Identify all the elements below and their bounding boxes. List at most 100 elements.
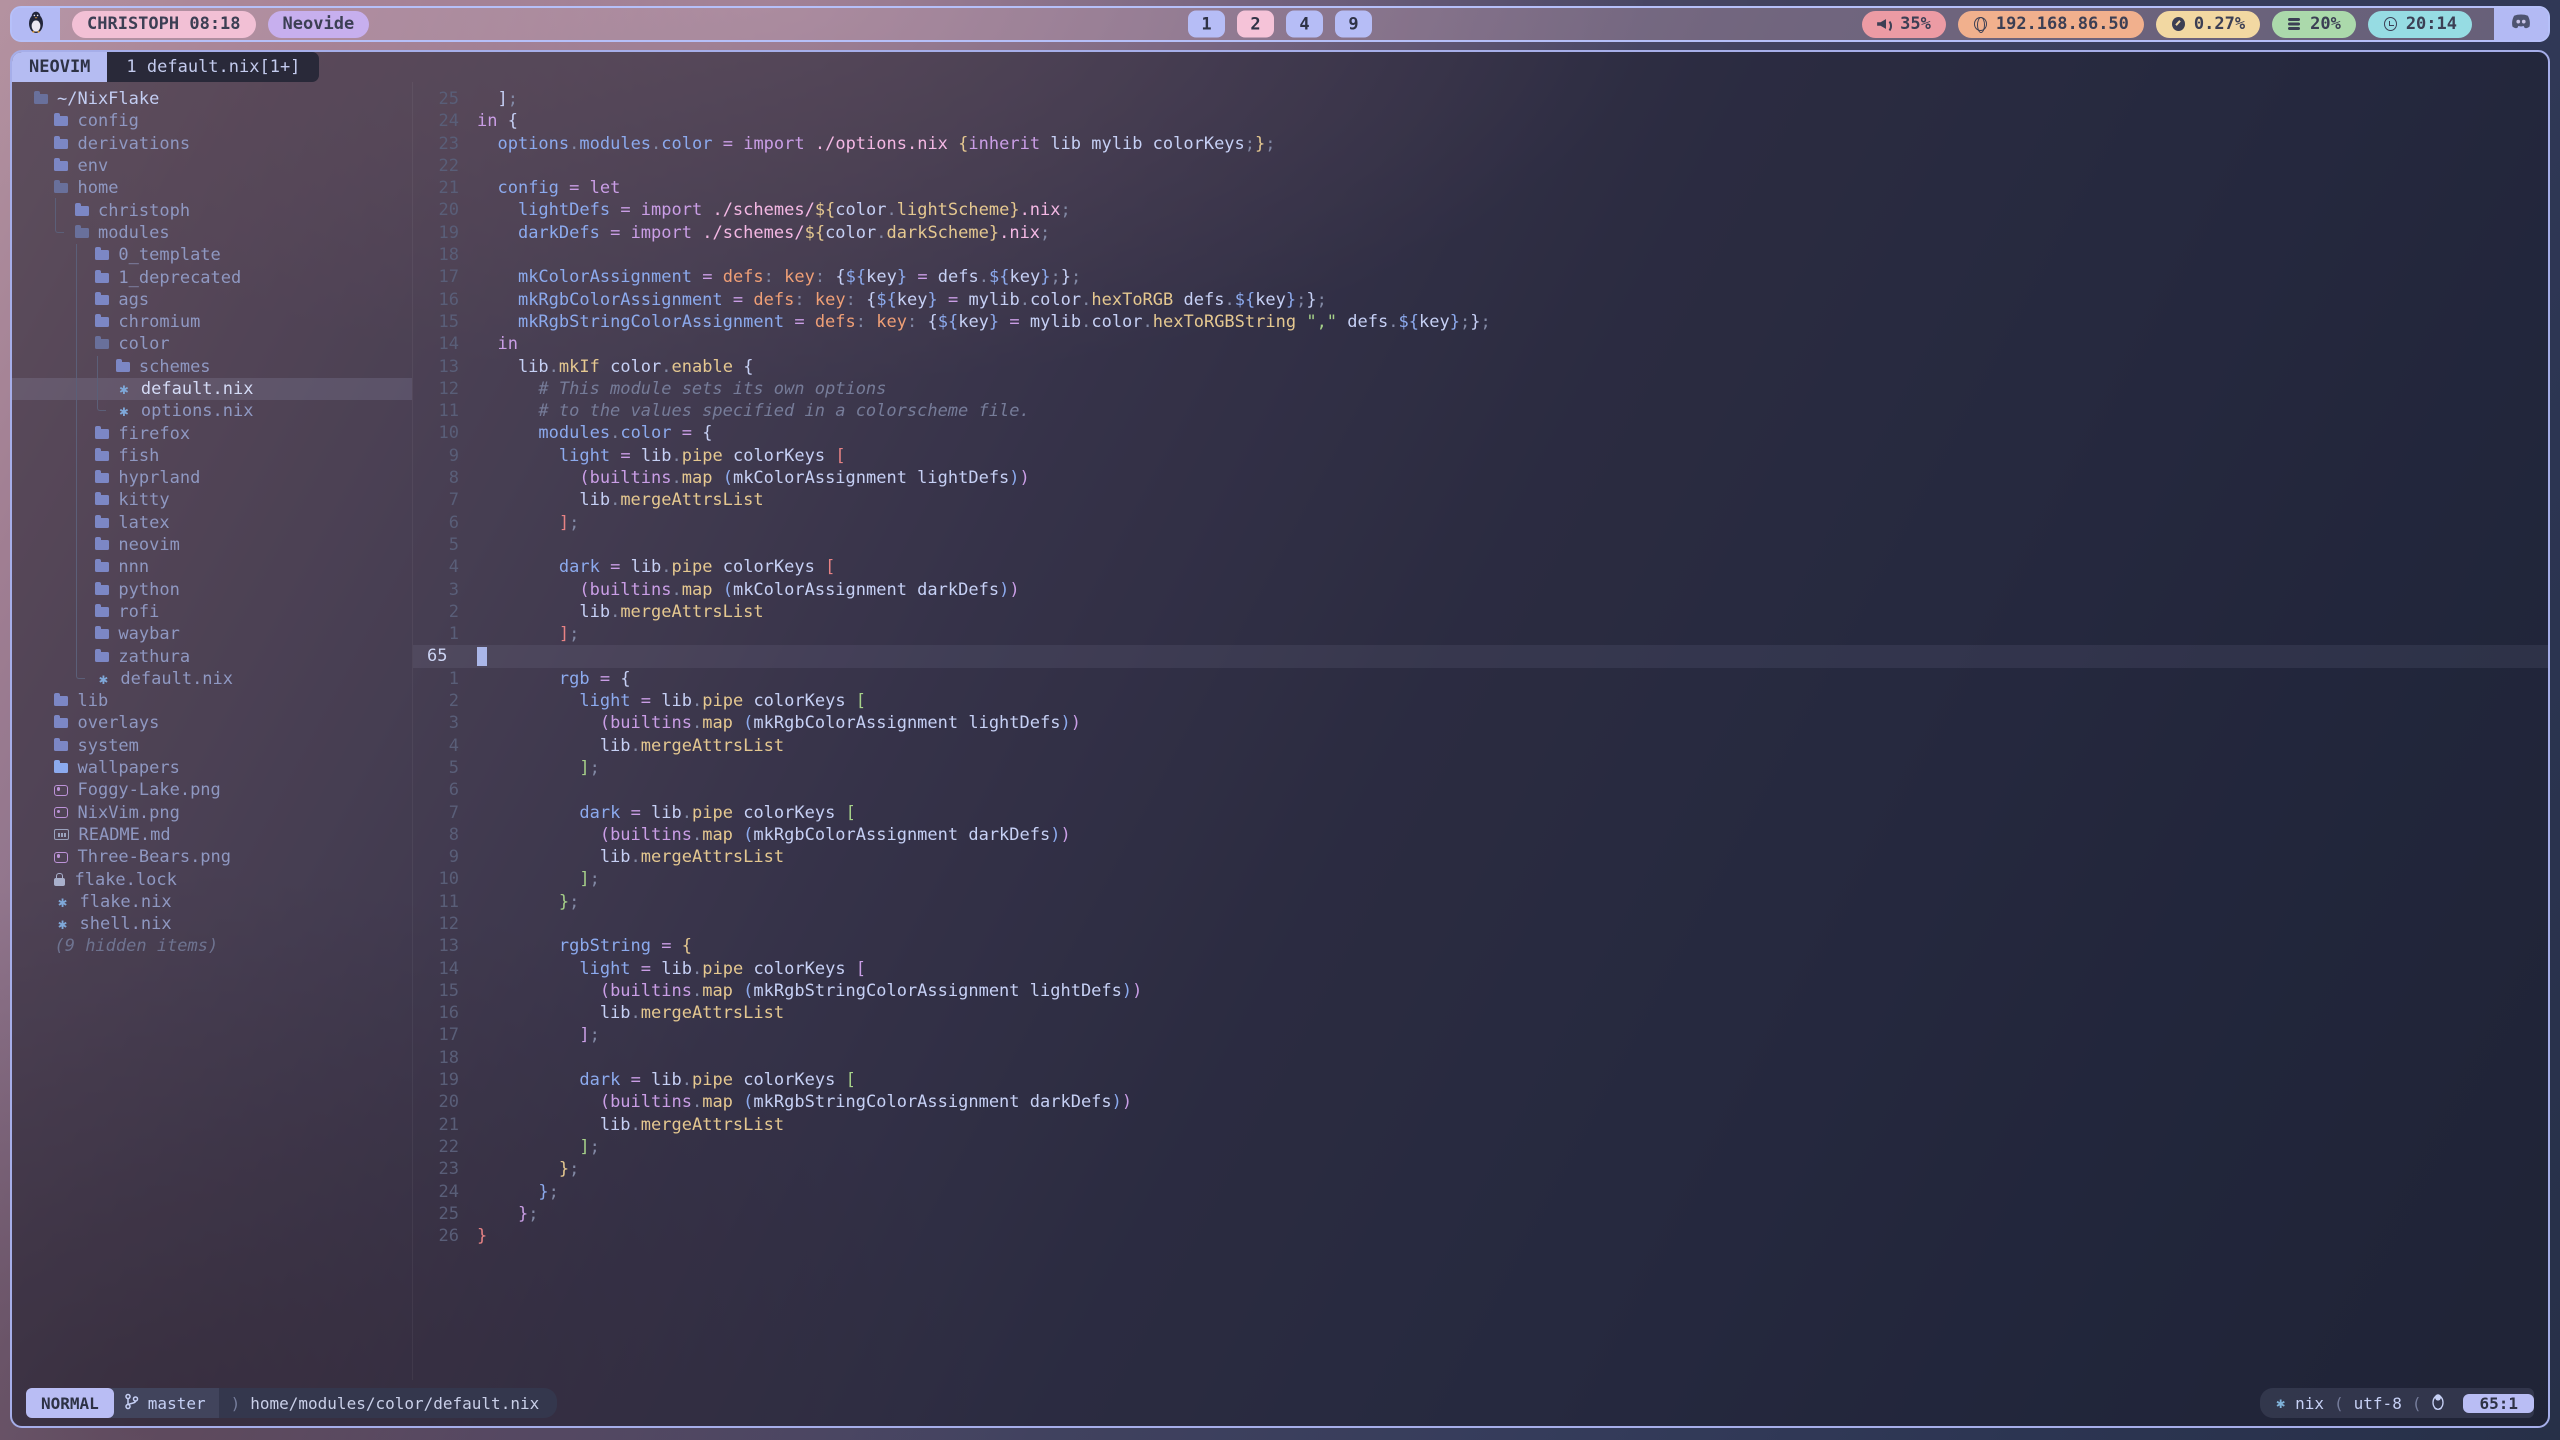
tab-buffer[interactable]: 1 default.nix[1+] [107, 52, 319, 82]
code-line[interactable]: 4 lib.mergeAttrsList [413, 735, 2548, 757]
tree-item[interactable]: env [12, 155, 412, 177]
tree-item[interactable]: wallpapers [12, 757, 412, 779]
code-line[interactable]: 14 light = lib.pipe colorKeys [ [413, 958, 2548, 980]
code-line[interactable]: 9 lib.mergeAttrsList [413, 846, 2548, 868]
tree-item[interactable]: latex [12, 512, 412, 534]
code-line[interactable]: 2 light = lib.pipe colorKeys [ [413, 690, 2548, 712]
tree-item[interactable]: nnn [12, 556, 412, 578]
tree-item[interactable]: hyprland [12, 467, 412, 489]
code-line[interactable]: 23 options.modules.color = import ./opti… [413, 133, 2548, 155]
code-line[interactable]: 1 rgb = { [413, 668, 2548, 690]
tree-item[interactable]: shell.nix [12, 913, 412, 935]
tree-item[interactable]: modules [12, 222, 412, 244]
code-line[interactable]: 23 }; [413, 1158, 2548, 1180]
tree-item[interactable]: kitty [12, 489, 412, 511]
code-line[interactable]: 6 [413, 779, 2548, 801]
code-line[interactable]: 22 [413, 155, 2548, 177]
code-line[interactable]: 12 # This module sets its own options [413, 378, 2548, 400]
tree-item[interactable]: default.nix [12, 668, 412, 690]
code-line[interactable]: 22 ]; [413, 1136, 2548, 1158]
active-window-pill[interactable]: Neovide [268, 11, 370, 38]
tree-item[interactable]: default.nix [12, 378, 412, 400]
code-line[interactable]: 12 [413, 913, 2548, 935]
code-line[interactable]: 5 ]; [413, 757, 2548, 779]
workspace-button[interactable]: 1 [1188, 11, 1225, 38]
tree-item[interactable]: chromium [12, 311, 412, 333]
tree-item[interactable]: home [12, 177, 412, 199]
code-line[interactable]: 18 [413, 244, 2548, 266]
code-line-cursor[interactable]: 65 [413, 645, 2548, 667]
code-line[interactable]: 13 lib.mkIf color.enable { [413, 356, 2548, 378]
code-line[interactable]: 21 lib.mergeAttrsList [413, 1114, 2548, 1136]
workspace-button[interactable]: 2 [1237, 11, 1274, 38]
workspace-button[interactable]: 4 [1286, 11, 1323, 38]
tree-item[interactable]: system [12, 735, 412, 757]
code-line[interactable]: 17 mkColorAssignment = defs: key: {${key… [413, 266, 2548, 288]
code-line[interactable]: 20 lightDefs = import ./schemes/${color.… [413, 199, 2548, 221]
tree-item[interactable]: color [12, 333, 412, 355]
tree-item[interactable]: ags [12, 289, 412, 311]
clock-module[interactable]: 20:14 [2368, 11, 2472, 38]
code-line[interactable]: 24 }; [413, 1181, 2548, 1203]
code-line[interactable]: 4 dark = lib.pipe colorKeys [ [413, 556, 2548, 578]
code-line[interactable]: 20 (builtins.map (mkRgbStringColorAssign… [413, 1091, 2548, 1113]
code-line[interactable]: 3 (builtins.map (mkColorAssignment darkD… [413, 579, 2548, 601]
tree-item[interactable]: fish [12, 445, 412, 467]
tree-item[interactable]: 0_template [12, 244, 412, 266]
user-clock-pill[interactable]: CHRISTOPH 08:18 [72, 11, 256, 38]
tree-item[interactable]: overlays [12, 712, 412, 734]
tree-item[interactable]: neovim [12, 534, 412, 556]
tree-item[interactable]: options.nix [12, 400, 412, 422]
tree-item[interactable]: lib [12, 690, 412, 712]
code-line[interactable]: 8 (builtins.map (mkColorAssignment light… [413, 467, 2548, 489]
tree-item[interactable]: schemes [12, 356, 412, 378]
tree-item[interactable]: python [12, 579, 412, 601]
tree-item[interactable]: ~/NixFlake [12, 88, 412, 110]
tree-item[interactable]: rofi [12, 601, 412, 623]
code-line[interactable]: 21 config = let [413, 177, 2548, 199]
tree-item[interactable]: zathura [12, 645, 412, 667]
code-line[interactable]: 18 [413, 1047, 2548, 1069]
tree-item[interactable]: firefox [12, 422, 412, 444]
code-line[interactable]: 10 modules.color = { [413, 422, 2548, 444]
code-line[interactable]: 7 lib.mergeAttrsList [413, 489, 2548, 511]
workspace-button[interactable]: 9 [1335, 11, 1372, 38]
network-module[interactable]: 192.168.86.50 [1958, 11, 2144, 38]
tree-item[interactable]: Foggy-Lake.png [12, 779, 412, 801]
system-tray[interactable] [2494, 8, 2548, 40]
code-line[interactable]: 5 [413, 534, 2548, 556]
code-line[interactable]: 13 rgbString = { [413, 935, 2548, 957]
tree-item[interactable]: flake.nix [12, 891, 412, 913]
tree-item[interactable]: flake.lock [12, 868, 412, 890]
code-line[interactable]: 10 ]; [413, 868, 2548, 890]
code-line[interactable]: 1 ]; [413, 623, 2548, 645]
code-line[interactable]: 3 (builtins.map (mkRgbColorAssignment li… [413, 712, 2548, 734]
tree-item[interactable]: christoph [12, 199, 412, 221]
code-line[interactable]: 6 ]; [413, 512, 2548, 534]
tree-item[interactable]: NixVim.png [12, 802, 412, 824]
code-line[interactable]: 11 # to the values specified in a colors… [413, 400, 2548, 422]
tree-item[interactable]: 1_deprecated [12, 266, 412, 288]
tree-item[interactable]: config [12, 110, 412, 132]
git-branch-segment[interactable]: master [110, 1388, 219, 1418]
code-line[interactable]: 19 dark = lib.pipe colorKeys [ [413, 1069, 2548, 1091]
code-line[interactable]: 16 lib.mergeAttrsList [413, 1002, 2548, 1024]
volume-module[interactable]: 35% [1862, 11, 1946, 38]
tree-item[interactable]: (9 hidden items) [12, 935, 412, 957]
code-line[interactable]: 14 in [413, 333, 2548, 355]
code-line[interactable]: 19 darkDefs = import ./schemes/${color.d… [413, 222, 2548, 244]
tree-item[interactable]: Three-Bears.png [12, 846, 412, 868]
code-line[interactable]: 24in { [413, 110, 2548, 132]
tree-item[interactable]: README.md [12, 824, 412, 846]
code-line[interactable]: 15 (builtins.map (mkRgbStringColorAssign… [413, 980, 2548, 1002]
launcher-button[interactable] [12, 8, 60, 40]
gauge-module[interactable]: 0.27% [2156, 11, 2260, 38]
code-line[interactable]: 16 mkRgbColorAssignment = defs: key: {${… [413, 289, 2548, 311]
memory-module[interactable]: 20% [2272, 11, 2356, 38]
code-line[interactable]: 8 (builtins.map (mkRgbColorAssignment da… [413, 824, 2548, 846]
code-line[interactable]: 15 mkRgbStringColorAssignment = defs: ke… [413, 311, 2548, 333]
code-line[interactable]: 9 light = lib.pipe colorKeys [ [413, 445, 2548, 467]
code-line[interactable]: 25 ]; [413, 88, 2548, 110]
code-line[interactable]: 17 ]; [413, 1024, 2548, 1046]
tree-item[interactable]: waybar [12, 623, 412, 645]
